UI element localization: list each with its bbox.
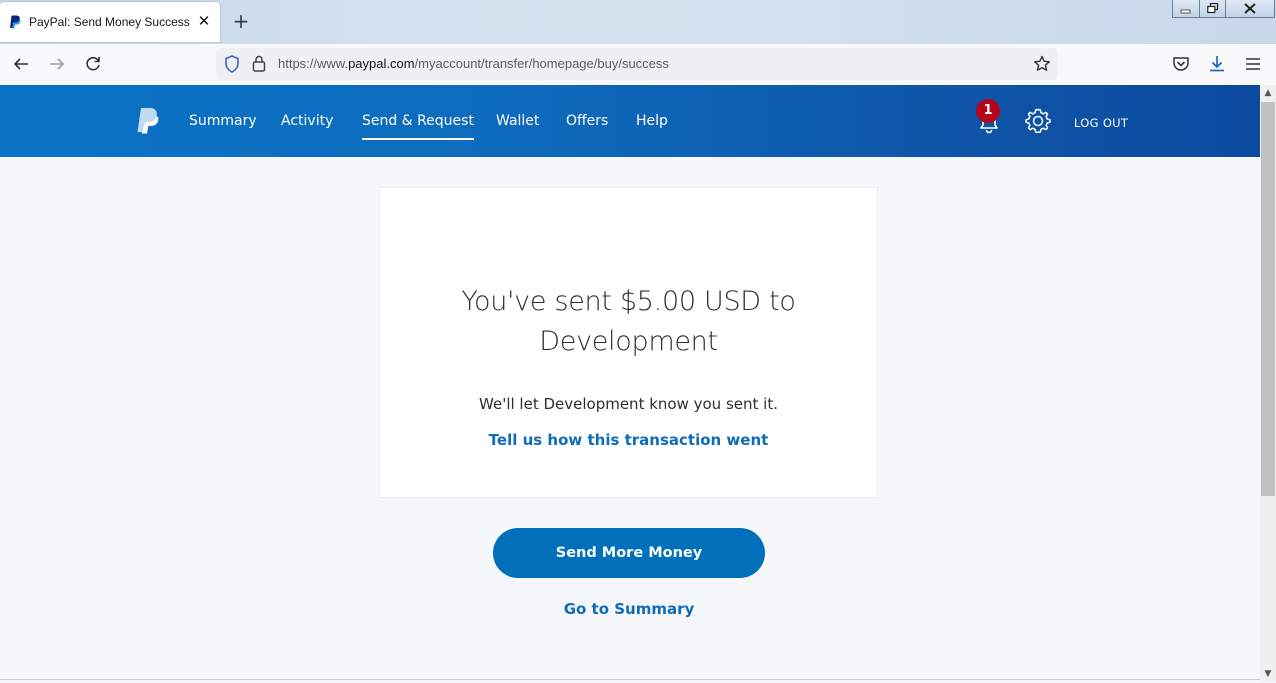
success-headline: You've sent $5.00 USD to Development — [461, 286, 796, 357]
paypal-header: Summary Activity Send & Request Wallet O… — [0, 85, 1260, 157]
success-card: You've sent $5.00 USD to Development We'… — [379, 187, 878, 498]
scroll-thumb[interactable] — [1261, 102, 1275, 496]
feedback-link[interactable]: Tell us how this transaction went — [380, 431, 877, 449]
scroll-up-arrow-icon[interactable]: ▲ — [1260, 85, 1276, 101]
window-close-button[interactable] — [1225, 0, 1275, 18]
nav-summary[interactable]: Summary — [189, 113, 257, 129]
url-bar[interactable]: https://www.paypal.com/myaccount/transfe… — [216, 48, 1058, 80]
forward-arrow-icon[interactable] — [47, 54, 67, 74]
url-text[interactable]: https://www.paypal.com/myaccount/transfe… — [278, 56, 669, 71]
send-more-money-button[interactable]: Send More Money — [493, 528, 765, 578]
bookmark-star-icon[interactable] — [1033, 55, 1051, 73]
new-tab-plus-icon[interactable]: + — [232, 11, 250, 31]
restore-icon — [1206, 3, 1218, 14]
browser-navbar: https://www.paypal.com/myaccount/transfe… — [0, 44, 1276, 86]
browser-tab-active[interactable]: PayPal: Send Money Success ✕ — [0, 2, 220, 42]
hamburger-menu-icon[interactable] — [1243, 54, 1263, 74]
tab-title: PayPal: Send Money Success — [29, 15, 190, 29]
recipient-notice: We'll let Development know you sent it. — [479, 395, 778, 413]
lock-icon[interactable] — [252, 55, 266, 72]
minimize-icon — [1180, 9, 1191, 13]
tracking-shield-icon[interactable] — [224, 55, 240, 73]
nav-wallet[interactable]: Wallet — [496, 113, 539, 129]
scroll-down-arrow-icon[interactable]: ▼ — [1260, 666, 1276, 682]
settings-gear-icon[interactable] — [1024, 107, 1052, 135]
paypal-favicon-icon — [10, 15, 21, 29]
paypal-logo-icon[interactable] — [136, 107, 160, 135]
nav-send-request[interactable]: Send & Request — [362, 113, 474, 140]
window-restore-button[interactable] — [1199, 0, 1226, 18]
go-to-summary-link[interactable]: Go to Summary — [493, 600, 765, 618]
browser-titlebar: PayPal: Send Money Success ✕ + — [0, 0, 1276, 44]
window-minimize-button[interactable] — [1172, 0, 1200, 18]
notification-badge[interactable]: 1 — [976, 99, 1000, 123]
url-path: /myaccount/transfer/homepage/buy/success — [414, 56, 669, 71]
pocket-icon[interactable] — [1171, 54, 1191, 74]
back-arrow-icon[interactable] — [11, 54, 31, 74]
reload-icon[interactable] — [83, 54, 103, 74]
window-close-icon — [1244, 3, 1256, 14]
tab-close-icon[interactable]: ✕ — [197, 13, 211, 29]
nav-offers[interactable]: Offers — [566, 113, 608, 129]
page-scrollbar[interactable]: ▲ ▼ — [1260, 85, 1276, 682]
page-bottom-edge — [0, 679, 1260, 683]
nav-activity[interactable]: Activity — [281, 113, 333, 129]
logout-link[interactable]: LOG OUT — [1074, 116, 1128, 130]
url-host: paypal.com — [348, 56, 415, 71]
nav-help[interactable]: Help — [636, 113, 668, 129]
url-prefix: https://www. — [278, 56, 349, 71]
downloads-icon[interactable] — [1207, 54, 1227, 74]
